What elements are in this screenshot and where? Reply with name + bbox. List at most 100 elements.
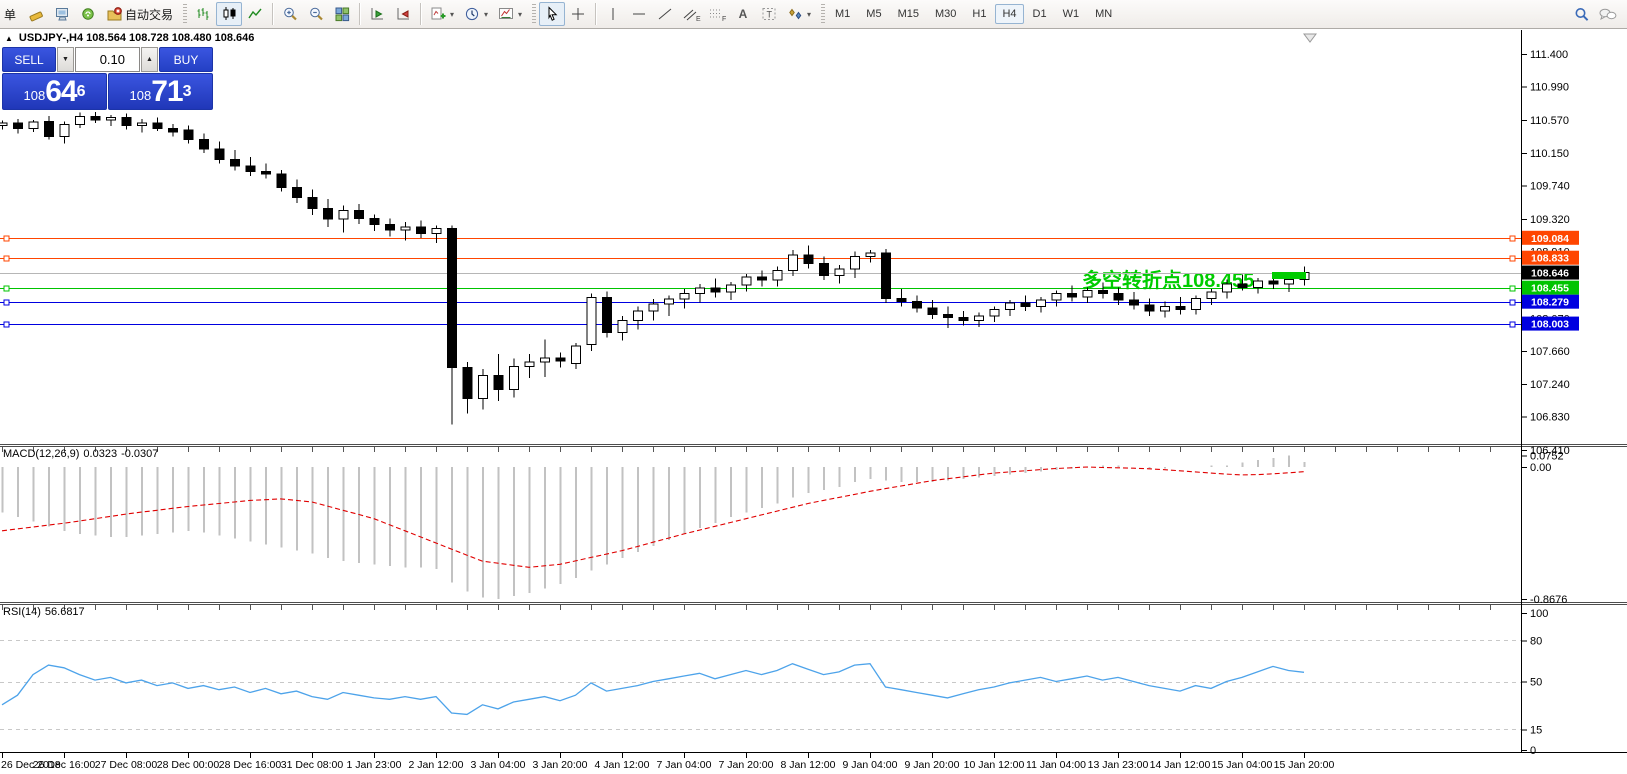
zoom-out-button[interactable] xyxy=(303,2,329,26)
timeframe-w1-button[interactable]: W1 xyxy=(1056,4,1087,24)
tile-windows-icon xyxy=(334,6,351,22)
timeframe-m1-button[interactable]: M1 xyxy=(828,4,857,24)
chevron-down-icon: ▾ xyxy=(484,10,488,19)
experts-button[interactable] xyxy=(49,2,75,26)
svg-text:107.240: 107.240 xyxy=(1530,379,1570,391)
chart-shift-button[interactable] xyxy=(390,2,416,26)
volume-down-button[interactable]: ▼ xyxy=(57,47,74,72)
crayon-icon xyxy=(28,6,45,22)
svg-text:11 Jan 04:00: 11 Jan 04:00 xyxy=(1026,759,1086,771)
svg-text:31 Dec 08:00: 31 Dec 08:00 xyxy=(281,759,344,771)
trendline-icon xyxy=(657,6,674,22)
new-order-label: 单 xyxy=(4,6,16,23)
svg-text:108.279: 108.279 xyxy=(1531,297,1569,309)
svg-text:110.570: 110.570 xyxy=(1530,115,1569,127)
crosshair-button[interactable] xyxy=(565,2,591,26)
chevron-down-icon: ▾ xyxy=(450,10,454,19)
vertical-line-icon xyxy=(605,6,622,22)
signals-button[interactable] xyxy=(75,2,101,26)
chevron-down-icon: ▾ xyxy=(518,10,522,19)
sell-price-display[interactable]: 108646 xyxy=(2,73,107,110)
search-button[interactable] xyxy=(1569,2,1595,26)
svg-text:108.490: 108.490 xyxy=(1530,280,1570,292)
tile-windows-button[interactable] xyxy=(329,2,355,26)
toolbar-grip[interactable] xyxy=(183,4,187,24)
cursor-icon xyxy=(544,6,561,22)
macd-name: MACD(12,26,9) xyxy=(3,448,79,460)
svg-text:0.0752: 0.0752 xyxy=(1530,451,1564,463)
svg-text:26 Dec 16:00: 26 Dec 16:00 xyxy=(33,759,96,771)
chat-button[interactable] xyxy=(1595,2,1621,26)
svg-text:2 Jan 12:00: 2 Jan 12:00 xyxy=(409,759,464,771)
timeframe-m15-button[interactable]: M15 xyxy=(891,4,926,24)
collapse-icon[interactable]: ▲ xyxy=(5,34,13,43)
computer-icon xyxy=(54,6,71,22)
volume-up-button[interactable]: ▲ xyxy=(141,47,158,72)
candlestick-chart-button[interactable] xyxy=(216,2,242,26)
svg-text:109.084: 109.084 xyxy=(1531,233,1569,245)
buy-price-sup: 3 xyxy=(183,74,192,110)
timeframe-d1-button[interactable]: D1 xyxy=(1026,4,1054,24)
auto-trading-button[interactable]: 自动交易 xyxy=(101,2,178,26)
svg-text:27 Dec 08:00: 27 Dec 08:00 xyxy=(95,759,158,771)
periods-button[interactable]: ▾ xyxy=(459,2,493,26)
svg-text:E: E xyxy=(696,16,701,22)
text-label-button[interactable]: T xyxy=(756,2,782,26)
svg-text:28 Dec 00:00: 28 Dec 00:00 xyxy=(157,759,220,771)
indicators-button[interactable]: ▾ xyxy=(425,2,459,26)
svg-text:15: 15 xyxy=(1530,724,1542,736)
text-tool-button[interactable]: A xyxy=(730,2,756,26)
chat-icon xyxy=(1598,6,1618,23)
rsi-value: 56.6817 xyxy=(45,606,85,618)
equidistant-channel-button[interactable]: E xyxy=(678,2,704,26)
svg-text:0.00: 0.00 xyxy=(1530,462,1551,474)
timeframe-m5-button[interactable]: M5 xyxy=(859,4,888,24)
zoom-in-button[interactable] xyxy=(277,2,303,26)
fibonacci-button[interactable]: F xyxy=(704,2,730,26)
auto-scroll-button[interactable] xyxy=(364,2,390,26)
timeframe-m30-button[interactable]: M30 xyxy=(928,4,963,24)
buy-button[interactable]: BUY xyxy=(159,47,213,72)
templates-button[interactable]: ▾ xyxy=(493,2,527,26)
svg-text:108.910: 108.910 xyxy=(1530,247,1570,259)
mt4-window: 单 自动交易 xyxy=(0,0,1627,774)
svg-text:100: 100 xyxy=(1530,608,1548,620)
chevron-down-icon: ▾ xyxy=(807,10,811,19)
svg-text:108.833: 108.833 xyxy=(1531,253,1569,265)
bar-chart-button[interactable] xyxy=(190,2,216,26)
sell-button[interactable]: SELL xyxy=(2,47,56,72)
styler-button[interactable] xyxy=(23,2,49,26)
toolbar: 单 自动交易 xyxy=(0,0,1627,29)
buy-price-display[interactable]: 108713 xyxy=(108,73,213,110)
timeframe-h4-button[interactable]: H4 xyxy=(995,4,1023,24)
horizontal-line-icon xyxy=(631,6,648,22)
svg-text:T: T xyxy=(766,10,772,20)
cursor-button[interactable] xyxy=(539,2,565,26)
toolbar-grip[interactable] xyxy=(821,4,825,24)
timeframe-mn-button[interactable]: MN xyxy=(1088,4,1119,24)
arrows-button[interactable]: ▾ xyxy=(782,2,816,26)
svg-text:15 Jan 04:00: 15 Jan 04:00 xyxy=(1212,759,1273,771)
new-order-button[interactable]: 单 xyxy=(0,2,23,26)
svg-text:106.830: 106.830 xyxy=(1530,412,1570,424)
vertical-line-button[interactable] xyxy=(600,2,626,26)
annotation-text[interactable]: 多空转折点108.455 xyxy=(1082,264,1254,293)
svg-text:3 Jan 04:00: 3 Jan 04:00 xyxy=(471,759,526,771)
template-icon xyxy=(498,6,515,22)
svg-text:1 Jan 23:00: 1 Jan 23:00 xyxy=(347,759,402,771)
svg-text:28 Dec 16:00: 28 Dec 16:00 xyxy=(219,759,282,771)
buy-price-big: 71 xyxy=(151,77,182,107)
line-chart-button[interactable] xyxy=(242,2,268,26)
volume-input[interactable]: 0.10 xyxy=(75,47,140,72)
svg-text:108.646: 108.646 xyxy=(1531,268,1569,280)
svg-text:9 Jan 04:00: 9 Jan 04:00 xyxy=(843,759,898,771)
toolbar-grip[interactable] xyxy=(532,4,536,24)
svg-text:108.455: 108.455 xyxy=(1531,283,1569,295)
crosshair-icon xyxy=(570,6,587,22)
svg-text:111.400: 111.400 xyxy=(1530,49,1568,61)
trendline-button[interactable] xyxy=(652,2,678,26)
timeframe-h1-button[interactable]: H1 xyxy=(965,4,993,24)
horizontal-line-button[interactable] xyxy=(626,2,652,26)
channel-icon: E xyxy=(682,6,701,22)
chart-canvas[interactable]: 111.400110.990110.570110.150109.740109.3… xyxy=(0,0,1627,774)
